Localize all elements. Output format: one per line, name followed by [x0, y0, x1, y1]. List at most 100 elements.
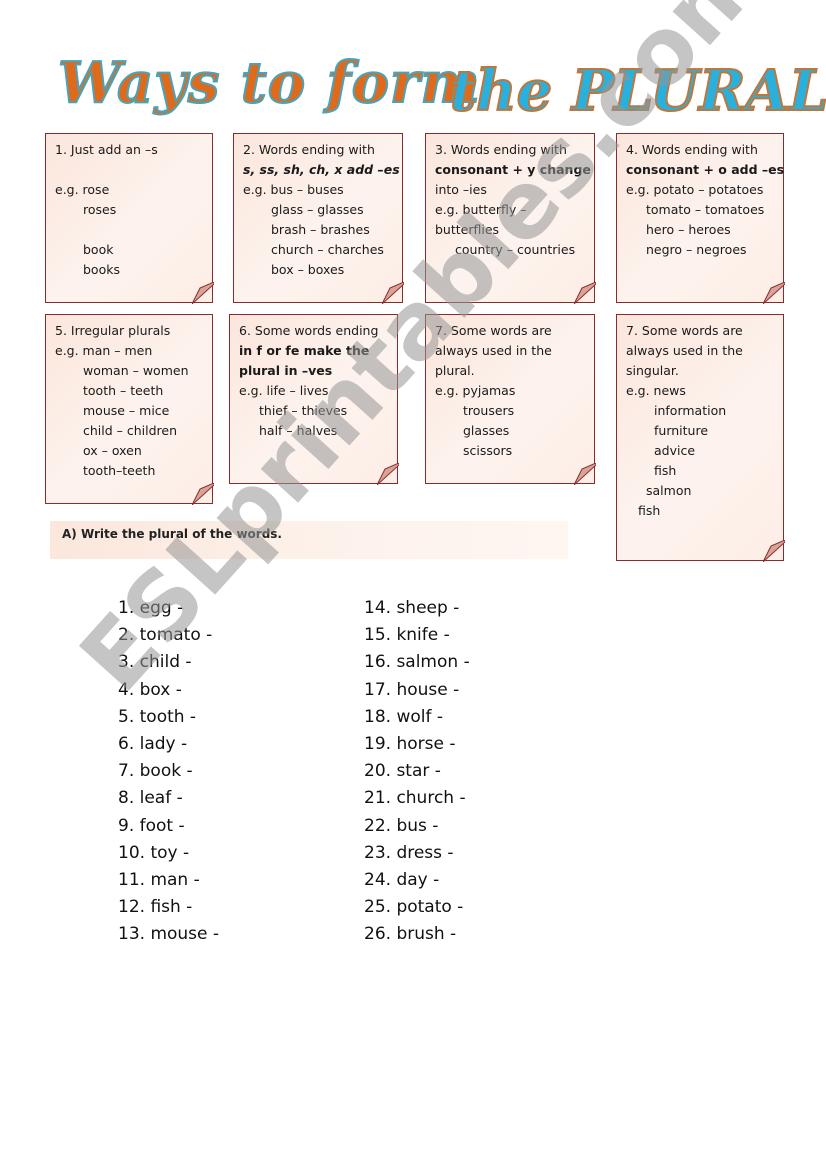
note-line: fish: [654, 463, 677, 478]
note-line: e.g. pyjamas: [435, 383, 516, 398]
rule-note-8: 7. Some words are always used in the sin…: [616, 314, 785, 562]
exercise-item: 22. bus -: [364, 815, 439, 836]
page-curl-icon: [574, 463, 596, 485]
note-line: e.g. potato – potatoes: [626, 182, 764, 197]
note-line: country – countries: [455, 242, 576, 257]
note-line: negro – negroes: [646, 242, 747, 257]
rule-note-7: 7. Some words are always used in the plu…: [425, 314, 596, 485]
note-line: books: [83, 262, 120, 277]
note-line: glass – glasses: [271, 202, 364, 217]
exercise-item: 3. child -: [118, 652, 192, 673]
page-curl-icon: [382, 282, 404, 304]
exercise-item: 6. lady -: [118, 734, 188, 755]
note-line: [55, 220, 203, 240]
note-line: 7. Some words are: [435, 323, 552, 338]
rule-note-1: 1. Just add an –s e.g. rose roses book b…: [45, 133, 214, 304]
exercise-column-right: 14. sheep - 15. knife - 16. salmon - 17.…: [364, 595, 470, 949]
page-curl-icon: [192, 483, 214, 505]
page-curl-icon: [763, 282, 785, 304]
note-line: trousers: [463, 403, 515, 418]
note-line: woman – women: [83, 363, 189, 378]
page-curl-icon: [192, 282, 214, 304]
note-line: brash – brashes: [271, 222, 370, 237]
note-line: 4. Words ending with: [626, 142, 758, 157]
note-line: butterflies: [435, 222, 500, 237]
note-line: 3. Words ending with: [435, 142, 567, 157]
title-part-2: the PLURAL: [449, 57, 826, 125]
exercise-item: 15. knife -: [364, 625, 450, 646]
note-line: book: [83, 242, 114, 257]
note-line: e.g. butterfly –: [435, 202, 527, 217]
note-line: mouse – mice: [83, 403, 170, 418]
page-curl-icon: [763, 540, 785, 562]
note-line: in f or fe make the: [239, 343, 370, 358]
note-line: consonant + y change: [435, 162, 591, 177]
exercise-column-left: 1. egg - 2. tomato - 3. child - 4. box -…: [118, 595, 219, 949]
note-line: 2. Words ending with: [243, 142, 375, 157]
note-line: always used in the: [626, 343, 743, 358]
note-line: ox – oxen: [83, 443, 142, 458]
exercise-item: 14. sheep -: [364, 598, 460, 618]
page-curl-icon: [574, 282, 596, 304]
note-line: 5. Irregular plurals: [55, 323, 171, 338]
exercise-item: 4. box -: [118, 679, 182, 700]
note-line: 1. Just add an –s: [55, 142, 158, 157]
note-line: hero – heroes: [646, 222, 731, 237]
exercise-item: 10. toy -: [118, 842, 190, 863]
note-line: box – boxes: [271, 262, 345, 277]
exercise-item: 5. tooth -: [118, 706, 197, 727]
exercise-item: 1. egg -: [118, 598, 184, 618]
note-line: e.g. bus – buses: [243, 182, 344, 197]
exercise-item: 11. man -: [118, 870, 200, 891]
exercise-item: 18. wolf -: [364, 706, 443, 727]
note-line: information: [654, 403, 727, 418]
note-line: e.g. rose: [55, 182, 110, 197]
exercise-item: 7. book -: [118, 761, 193, 782]
exercise-item: 24. day -: [364, 870, 440, 891]
exercise-item: 20. star -: [364, 761, 441, 782]
exercise-item: 2. tomato -: [118, 625, 213, 646]
note-line: e.g. man – men: [55, 343, 153, 358]
note-line: 7. Some words are: [626, 323, 743, 338]
note-line: tooth–teeth: [83, 463, 156, 478]
note-line: salmon: [646, 483, 692, 498]
note-line: e.g. life – lives: [239, 383, 329, 398]
exercise-item: 17. house -: [364, 679, 460, 700]
exercise-item: 23. dress -: [364, 842, 454, 863]
rule-note-2: 2. Words ending with s, ss, sh, ch, x ad…: [233, 133, 404, 304]
note-line: child – children: [83, 423, 178, 438]
note-line: consonant + o add –es: [626, 162, 785, 177]
worksheet-title: Ways to form the PLURAL: [57, 46, 826, 126]
note-line: singular.: [626, 363, 679, 378]
rule-note-5: 5. Irregular plurals e.g. man – men woma…: [45, 314, 214, 505]
note-line: s, ss, sh, ch, x add –es: [243, 162, 400, 177]
note-line: roses: [83, 202, 117, 217]
exercise-item: 25. potato -: [364, 897, 464, 918]
note-line: advice: [654, 443, 696, 458]
rule-note-3: 3. Words ending with consonant + y chang…: [425, 133, 596, 304]
note-line: scissors: [463, 443, 513, 458]
exercise-item: 21. church -: [364, 788, 466, 809]
exercise-item: 8. leaf -: [118, 788, 183, 809]
note-line: glasses: [463, 423, 510, 438]
exercise-item: 26. brush -: [364, 924, 457, 945]
exercise-instruction: A) Write the plural of the words.: [50, 521, 568, 559]
exercise-item: 9. foot -: [118, 815, 185, 836]
note-line: fish: [638, 503, 661, 518]
exercise-item: 12. fish -: [118, 897, 193, 918]
exercise-item: 16. salmon -: [364, 652, 470, 673]
rule-note-6: 6. Some words ending in f or fe make the…: [229, 314, 399, 485]
note-line: always used in the: [435, 343, 552, 358]
exercise-item: 13. mouse -: [118, 924, 220, 945]
note-line: plural.: [435, 363, 475, 378]
note-line: e.g. news: [626, 383, 686, 398]
note-line: plural in –ves: [239, 363, 333, 378]
note-line: furniture: [654, 423, 709, 438]
note-line: [55, 160, 203, 180]
rule-note-4: 4. Words ending with consonant + o add –…: [616, 133, 785, 304]
title-part-1: Ways to form: [57, 49, 481, 117]
note-line: 6. Some words ending: [239, 323, 379, 338]
note-line: tomato – tomatoes: [646, 202, 765, 217]
note-line: tooth – teeth: [83, 383, 164, 398]
page-curl-icon: [377, 463, 399, 485]
